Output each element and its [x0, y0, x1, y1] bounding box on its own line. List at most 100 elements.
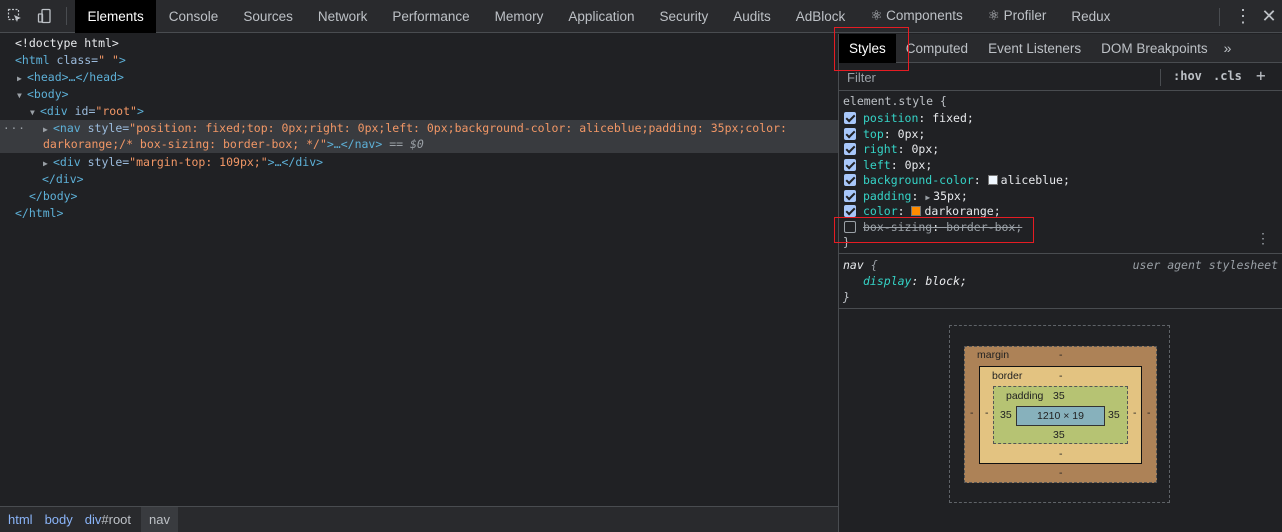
- rule-menu-icon[interactable]: ⋮: [1256, 231, 1270, 247]
- dom-div-close[interactable]: </div>: [0, 171, 838, 188]
- colon: :: [918, 111, 933, 125]
- tab-performance[interactable]: Performance: [380, 0, 482, 33]
- expand-triangle-icon[interactable]: ▶: [43, 155, 53, 172]
- declaration-padding[interactable]: padding: ▶ 35px;: [839, 188, 1282, 204]
- html-close-tag: </html>: [15, 206, 64, 220]
- prop-name[interactable]: left: [863, 158, 891, 172]
- kebab-icon[interactable]: ⋮: [1230, 0, 1256, 33]
- more-tabs-icon[interactable]: »: [1224, 40, 1232, 56]
- prop-value[interactable]: 0px;: [898, 127, 926, 141]
- tab-security[interactable]: Security: [647, 0, 721, 33]
- dom-body-close[interactable]: </body>: [0, 188, 838, 205]
- dom-div-margin[interactable]: ▶ <div style="margin-top: 109px;">…</div>: [0, 154, 838, 171]
- declaration-position[interactable]: position: fixed;: [839, 110, 1282, 126]
- tab-elements[interactable]: Elements: [75, 0, 157, 33]
- prop-name[interactable]: position: [863, 111, 918, 125]
- tab-profiler[interactable]: ⚛ Profiler: [975, 0, 1059, 33]
- colon: :: [890, 157, 905, 172]
- elements-tree: <!doctype html> <html class=" "> ▶ <head>…: [0, 34, 838, 506]
- breadcrumb-nav[interactable]: nav: [141, 507, 178, 532]
- cls-button[interactable]: .cls: [1213, 69, 1242, 83]
- declaration-checkbox[interactable]: [844, 127, 856, 140]
- prop-value[interactable]: darkorange;: [924, 204, 1000, 218]
- sidebar-tab-dombreakpoints[interactable]: DOM Breakpoints: [1091, 34, 1218, 63]
- color-swatch-icon[interactable]: [911, 206, 922, 216]
- box-model-margin[interactable]: margin - - - - border - - - - padding 35…: [964, 346, 1157, 483]
- declaration-checkbox[interactable]: [844, 143, 856, 155]
- color-swatch-icon[interactable]: [987, 175, 998, 185]
- declaration-checkbox[interactable]: [844, 112, 856, 124]
- declaration-checkbox[interactable]: [844, 189, 856, 202]
- breadcrumb-html[interactable]: html: [2, 507, 39, 532]
- dom-html-open[interactable]: <html class=" ">: [0, 52, 838, 69]
- prop-name[interactable]: padding: [863, 189, 911, 203]
- element-style-selector[interactable]: element.style {: [839, 93, 1282, 109]
- dom-html-close[interactable]: </html>: [0, 205, 838, 222]
- toolbar-right: ⋮ ✕: [1219, 0, 1282, 33]
- breadcrumb-div-root[interactable]: div #root: [79, 507, 137, 532]
- sidebar-tab-eventlisteners[interactable]: Event Listeners: [978, 34, 1091, 63]
- declaration-top[interactable]: top: 0px;: [839, 126, 1282, 142]
- tab-redux[interactable]: Redux: [1059, 0, 1123, 33]
- breadcrumb-body[interactable]: body: [39, 507, 79, 532]
- dom-nav-selected[interactable]: ··· ▶ <nav style="position: fixed;top: 0p…: [0, 120, 838, 153]
- nav-rule-selector[interactable]: nav { user agent stylesheet: [839, 257, 1282, 273]
- collapse-triangle-icon[interactable]: ▼: [17, 87, 27, 104]
- tab-sources[interactable]: Sources: [231, 0, 306, 33]
- nav-declaration: display: block;: [839, 273, 1282, 289]
- prop-name[interactable]: top: [863, 127, 884, 141]
- declaration-checkbox[interactable]: [844, 158, 856, 171]
- tab-application[interactable]: Application: [556, 0, 647, 33]
- breadcrumb-id: #root: [101, 512, 132, 527]
- tab-memory[interactable]: Memory: [482, 0, 556, 33]
- margin-right-value: -: [1147, 407, 1151, 419]
- box-model: margin - - - - border - - - - padding 35…: [949, 325, 1170, 503]
- inspect-element-icon[interactable]: [0, 0, 30, 33]
- box-model-border[interactable]: border - - - - padding 35 35 35 35 1210 …: [979, 366, 1142, 464]
- attr-name: style=: [80, 121, 130, 135]
- dom-body[interactable]: ▼ <body>: [0, 86, 838, 103]
- colon: :: [897, 142, 912, 156]
- declaration-left[interactable]: left: 0px;: [839, 157, 1282, 173]
- declaration-background-color[interactable]: background-color: aliceblue;: [839, 172, 1282, 188]
- div-tag: <div: [53, 155, 81, 169]
- prop-name[interactable]: background-color: [863, 173, 974, 187]
- prop-name[interactable]: color: [863, 204, 898, 218]
- close-icon[interactable]: ✕: [1256, 0, 1282, 33]
- attr-name: style=: [80, 155, 130, 169]
- dom-doctype[interactable]: <!doctype html>: [0, 35, 838, 52]
- border-right-value: -: [1133, 407, 1137, 419]
- attr-value: "position: fixed;top: 0px;right: 0px;lef…: [129, 121, 787, 135]
- tab-console[interactable]: Console: [156, 0, 231, 33]
- prop-value[interactable]: aliceblue;: [1001, 173, 1070, 187]
- attr-value: "root": [95, 104, 137, 118]
- declaration-checkbox[interactable]: [844, 174, 856, 186]
- expand-triangle-icon[interactable]: ▶: [17, 70, 27, 87]
- filter-divider: [1160, 69, 1161, 86]
- dom-div-root[interactable]: ▼ <div id="root">: [0, 103, 838, 120]
- hov-button[interactable]: :hov: [1173, 69, 1202, 83]
- breadcrumb-label: body: [44, 512, 73, 527]
- new-rule-button[interactable]: +: [1256, 66, 1266, 85]
- declaration-checkbox[interactable]: [844, 205, 856, 217]
- padding-right-value: 35: [1108, 409, 1120, 421]
- collapse-triangle-icon[interactable]: ▼: [30, 104, 40, 121]
- dom-head[interactable]: ▶ <head>…</head>: [0, 69, 838, 86]
- prop-value[interactable]: 0px;: [905, 158, 933, 172]
- declaration-right[interactable]: right: 0px;: [839, 141, 1282, 157]
- colon: :: [883, 126, 898, 141]
- prop-name[interactable]: right: [863, 142, 898, 156]
- tab-network[interactable]: Network: [305, 0, 380, 33]
- toolbar-divider: [66, 7, 67, 25]
- prop-value[interactable]: 35px;: [933, 189, 968, 203]
- padding-top-value: 35: [1053, 390, 1065, 402]
- brace-text: {: [863, 258, 878, 272]
- prop-value[interactable]: fixed;: [932, 111, 974, 125]
- prop-value[interactable]: 0px;: [911, 142, 939, 156]
- tag-bracket: >…</div>: [267, 155, 324, 169]
- device-toolbar-icon[interactable]: [30, 0, 60, 33]
- box-model-padding[interactable]: padding 35 35 35 35 1210 × 19: [993, 386, 1128, 444]
- tab-audits[interactable]: Audits: [721, 0, 784, 33]
- box-model-content[interactable]: 1210 × 19: [1016, 406, 1105, 426]
- node-actions-icon[interactable]: ···: [3, 120, 26, 137]
